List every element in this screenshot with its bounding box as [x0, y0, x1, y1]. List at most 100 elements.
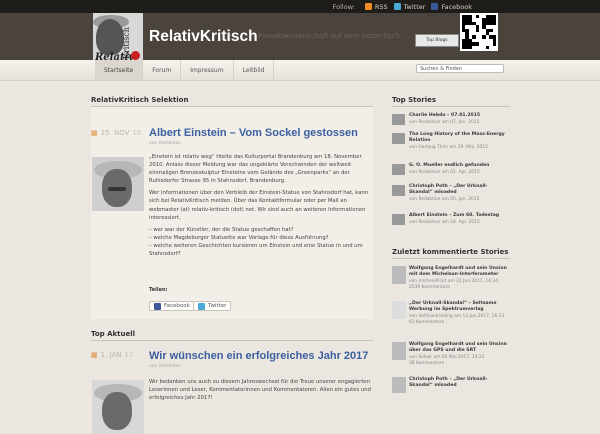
qr-cell [468, 45, 473, 49]
logo-dot [131, 51, 140, 60]
post-date-label: 1. JAN [100, 351, 122, 359]
qr-cell [482, 35, 486, 39]
story-thumbnail [392, 214, 405, 225]
thumb-mustache [108, 187, 126, 191]
qr-cell [472, 35, 476, 39]
qr-cell [485, 45, 490, 49]
post-meta: von Redaktion [149, 364, 182, 369]
recent-story-item[interactable]: Wolfgang Engelhardt und sein Unsinn über… [392, 342, 510, 374]
site-title[interactable]: RelativKritisch [149, 28, 258, 46]
story-thumbnail [392, 114, 405, 125]
main-content: RelativKritisch Selektion ▦ 25. NOV 10 A… [91, 96, 373, 434]
qr-cell [475, 42, 479, 46]
recent-comments-title: Zuletzt kommentierte Stories [392, 248, 510, 259]
search-input[interactable]: Suchen & Finden [416, 64, 504, 73]
qr-cell [475, 15, 479, 19]
calendar-icon: ▦ [91, 129, 98, 137]
post-list-item: – wer war der Künstler, der die Statue g… [149, 226, 294, 233]
sidebar: Top Stories Charlie Hebdo – 07.01.2015 v… [392, 96, 510, 393]
post-title[interactable]: Albert Einstein – Vom Sockel gestossen [149, 127, 358, 139]
post-date-label: 25. NOV [100, 129, 130, 137]
nav-item-startseite[interactable]: Startseite [95, 60, 144, 80]
facebook-label: Facebook [441, 2, 472, 11]
top-story-item[interactable]: The Long History of the Mass-Energy Rela… [392, 132, 510, 158]
story-thumbnail [392, 185, 405, 196]
post-new-year: ▦ 1. JAN 17 Wir wünschen ein erfolgreich… [91, 341, 373, 434]
post-thumbnail[interactable] [92, 157, 144, 211]
section-title-selektion: RelativKritisch Selektion [91, 96, 373, 107]
main-nav-bar: Startseite Forum Impressum Leitbild [0, 60, 600, 81]
post-date-year: 17 [124, 351, 134, 359]
recent-story-item[interactable]: „Der Urknall-Skandal“ – Seltsame Werbung… [392, 301, 510, 333]
section-title-top-aktuell: Top Aktuell [91, 330, 373, 341]
post-thumbnail[interactable] [92, 380, 144, 434]
logo-face [96, 19, 124, 55]
qr-cell [475, 28, 479, 32]
post-einstein: ▦ 25. NOV 10 Albert Einstein – Vom Socke… [91, 107, 373, 319]
story-title: G. O. Mueller endlich gefunden [409, 163, 490, 168]
story-thumbnail [392, 377, 406, 393]
post-body: Wir bedanken uns auch zu diesem Jahreswe… [149, 378, 371, 406]
top-story-item[interactable]: Charlie Hebdo – 07.01.2015 von Redaktion… [392, 113, 510, 128]
qr-cell [492, 21, 496, 26]
thumb-face [102, 392, 132, 430]
post-list-item: – welche weiteren Geschichten kursieren … [149, 242, 363, 258]
calendar-icon: ▦ [91, 351, 98, 359]
post-paragraph: Wir bedanken uns auch zu diesem Jahreswe… [149, 379, 371, 402]
top-story-item[interactable]: G. O. Mueller endlich gefunden von Redak… [392, 163, 510, 178]
story-meta: von Hartwig Thim am 29. Mrz. 2015 [409, 145, 488, 150]
story-title: Christoph Poth – „Der Urknall-Skandal“ m… [409, 184, 488, 195]
share-facebook-button[interactable]: Facebook [149, 301, 195, 311]
site-logo[interactable]: Kritisch Relativ [93, 13, 143, 63]
twitter-link[interactable]: Twitter [393, 2, 426, 11]
story-meta: von Redaktion am 07. Jan. 2015 [409, 120, 480, 125]
story-thumbnail [392, 133, 405, 144]
nav-item-forum[interactable]: Forum [143, 60, 182, 80]
story-thumbnail [392, 266, 406, 284]
twitter-icon [393, 3, 401, 10]
main-nav: Startseite Forum Impressum Leitbild [95, 60, 275, 80]
story-thumbnail [392, 164, 405, 175]
story-title: Wolfgang Engelhardt und sein Unsinn mit … [409, 266, 507, 277]
story-thumbnail [392, 342, 406, 360]
story-meta: von Redaktion am 01. Apr. 2015 [409, 170, 480, 175]
site-tagline: Pseudowissenschaft auf dem Seziertisch [258, 32, 400, 40]
post-list-item: – welche Magdeburger Statuette war Vorla… [149, 234, 329, 241]
share-twitter-label: Twitter [208, 303, 227, 309]
top-blogs-badge[interactable]: Top Blogs [415, 34, 459, 47]
facebook-icon [431, 3, 439, 10]
post-title[interactable]: Wir wünschen ein erfolgreiches Jahr 2017 [149, 350, 368, 362]
facebook-link[interactable]: Facebook [431, 3, 472, 11]
rss-link[interactable]: RSS [364, 2, 388, 11]
post-date-year: 10 [132, 129, 142, 137]
share-twitter-button[interactable]: Twitter [193, 301, 232, 311]
story-meta: von Redaktion am 18. Apr. 2015 [409, 220, 480, 225]
rss-icon [364, 3, 372, 10]
follow-label: Follow: [332, 2, 355, 11]
top-bar: Follow: RSS Twitter Facebook [0, 0, 600, 13]
comment-count: 38 Kommentare [409, 361, 445, 366]
recent-story-item[interactable]: Wolfgang Engelhardt und sein Unsinn mit … [392, 266, 510, 298]
post-body: „Einstein ist relativ weg“ titelte das K… [149, 153, 371, 258]
top-story-item[interactable]: Christoph Poth – „Der Urknall-Skandal“ m… [392, 184, 510, 208]
comment-count: 63 Kommentare [409, 320, 445, 325]
story-title: „Der Urknall-Skandal“ – Seltsame Werbung… [409, 301, 497, 312]
post-meta: von Redaktion [149, 141, 182, 146]
top-stories-title: Top Stories [392, 96, 510, 107]
facebook-icon [154, 302, 161, 310]
story-title: The Long History of the Mass-Energy Rela… [409, 132, 505, 143]
qr-cell [489, 28, 493, 32]
qr-code [460, 13, 498, 51]
story-title: Albert Einstein – Zum 60. Todestag [409, 213, 500, 218]
share-label: Teilen: [149, 287, 168, 293]
post-paragraph: „Einstein ist relativ weg“ titelte das K… [149, 154, 362, 185]
twitter-label: Twitter [403, 2, 426, 11]
recent-story-item[interactable]: Christoph Poth – „Der Urknall-Skandal“ m… [392, 377, 510, 397]
qr-cell [492, 42, 496, 46]
follow-links: Follow: RSS Twitter Facebook [333, 0, 472, 13]
rss-label: RSS [374, 2, 388, 11]
story-title: Charlie Hebdo – 07.01.2015 [409, 113, 481, 118]
top-story-item[interactable]: Albert Einstein – Zum 60. Todestag von R… [392, 213, 510, 228]
nav-item-leitbild[interactable]: Leitbild [234, 60, 275, 80]
nav-item-impressum[interactable]: Impressum [181, 60, 234, 80]
